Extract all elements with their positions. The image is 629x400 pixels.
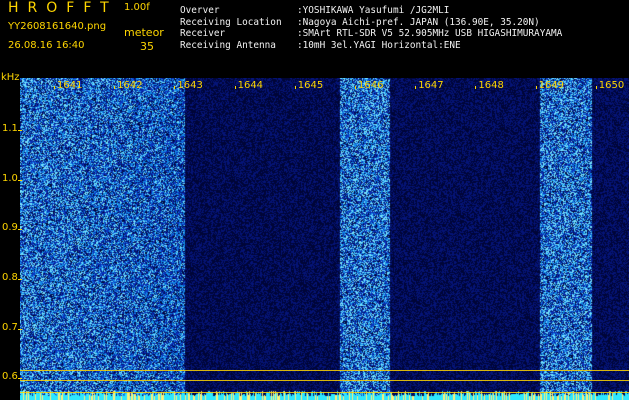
x-tick-mark xyxy=(475,86,477,89)
info-key-location: Receiving Location xyxy=(180,16,282,28)
x-tick-label: 1650 xyxy=(598,80,625,91)
y-tick-label: 1.0 xyxy=(2,173,18,184)
x-tick-mark xyxy=(174,86,176,89)
info-value-receiver: :SMArt RTL-SDR V5 52.905MHz USB HIGASHIM… xyxy=(297,28,563,39)
y-tick-mark xyxy=(18,229,22,230)
y-tick-mark xyxy=(18,180,22,181)
spectrogram-canvas xyxy=(20,78,629,400)
meteor-count: 35 xyxy=(140,40,154,53)
x-tick-label: 1648 xyxy=(478,80,504,91)
app-version: 1.00f xyxy=(124,2,150,13)
y-tick-label: 0.8 xyxy=(2,272,18,283)
x-tick-mark xyxy=(535,86,537,89)
x-tick-label: 1646 xyxy=(358,80,384,91)
x-tick-mark xyxy=(294,86,296,89)
x-tick-mark xyxy=(114,86,116,89)
x-tick-mark xyxy=(415,86,417,89)
info-values: :YOSHIKAWA Yasufumi /JG2MLI :Nagoya Aich… xyxy=(297,5,562,51)
x-tick-label: 1645 xyxy=(297,80,324,91)
y-tick-label: 1.1 xyxy=(2,123,18,134)
info-key-receiver: Receiver xyxy=(180,28,226,39)
y-tick-mark xyxy=(18,130,22,131)
x-tick-mark xyxy=(234,86,236,89)
y-tick-mark xyxy=(18,378,22,379)
x-tick-mark xyxy=(54,86,55,89)
x-tick-label: 1641 xyxy=(57,80,83,91)
x-tick-label: 1642 xyxy=(117,80,143,91)
info-value-antenna: :10mH 3el.YAGI Horizontal:ENE xyxy=(297,39,461,51)
spectrogram xyxy=(20,78,629,400)
x-tick-mark xyxy=(595,86,597,89)
y-tick-label: 0.7 xyxy=(2,322,18,333)
y-tick-label: 0.9 xyxy=(2,222,18,233)
y-tick-mark xyxy=(18,279,22,280)
info-keys: Overver Receiving Location Receiver Rece… xyxy=(180,5,282,51)
hrofft-window: HROFFT 1.00f YY2608161640.png 26.08.16 1… xyxy=(0,0,629,400)
reference-line xyxy=(20,392,629,393)
x-tick-label: 1643 xyxy=(177,80,203,91)
x-tick-label: 1647 xyxy=(418,80,444,91)
y-tick-mark xyxy=(18,329,22,330)
reference-line xyxy=(20,380,629,381)
x-tick-label: 1649 xyxy=(538,80,565,91)
mode-label: meteor xyxy=(124,26,164,39)
app-title: HROFFT xyxy=(8,0,118,16)
info-key-observer: Overver xyxy=(180,5,220,16)
y-tick-label: 0.6 xyxy=(2,371,18,382)
info-value-observer: :YOSHIKAWA Yasufumi /JG2MLI xyxy=(297,5,450,16)
file-name: YY2608161640.png xyxy=(8,21,107,32)
x-tick-label: 1644 xyxy=(237,80,264,91)
y-axis-unit: kHz xyxy=(1,72,20,83)
info-value-location: :Nagoya Aichi-pref. JAPAN (136.90E, 35.2… xyxy=(297,16,540,28)
info-key-antenna: Receiving Antenna xyxy=(180,39,276,51)
date-time: 26.08.16 16:40 xyxy=(8,40,85,51)
x-tick-mark xyxy=(355,86,356,89)
reference-line xyxy=(20,370,629,371)
